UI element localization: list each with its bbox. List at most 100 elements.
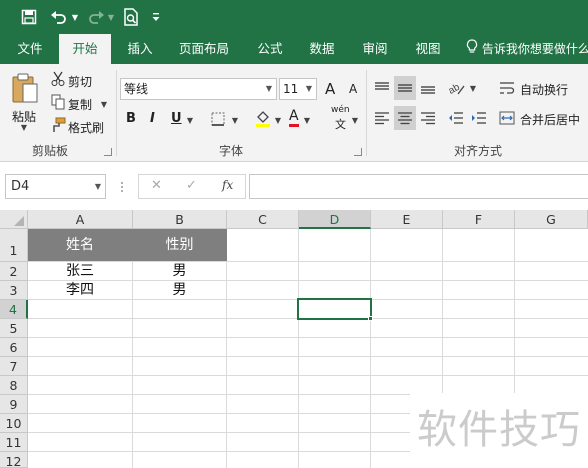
- tab-formulas[interactable]: 公式: [248, 34, 292, 64]
- cell-b2[interactable]: 男: [133, 262, 226, 280]
- lightbulb-icon: [466, 35, 478, 65]
- font-name-combo[interactable]: 等线 ▼: [120, 78, 277, 100]
- borders-icon[interactable]: [209, 110, 227, 128]
- font-launcher-icon[interactable]: [354, 148, 362, 156]
- svg-text:ab: ab: [448, 82, 462, 96]
- copy-dropdown-icon[interactable]: ▼: [99, 99, 109, 109]
- cut-button[interactable]: 剪切: [68, 73, 92, 90]
- row-header-2[interactable]: 2: [0, 262, 28, 281]
- row-header-12[interactable]: 12: [0, 452, 28, 468]
- row-header-8[interactable]: 8: [0, 376, 28, 395]
- tab-insert[interactable]: 插入: [118, 34, 162, 64]
- row-header-9[interactable]: 9: [0, 395, 28, 414]
- cell-a2[interactable]: 张三: [28, 262, 132, 280]
- cell-b1[interactable]: 性别: [132, 229, 227, 261]
- group-separator: [116, 70, 117, 156]
- gridline: [28, 337, 588, 338]
- column-header-c[interactable]: C: [227, 210, 299, 229]
- name-box[interactable]: D4 ▼: [5, 174, 106, 199]
- format-painter-button[interactable]: 格式刷: [68, 119, 104, 136]
- column-header-b[interactable]: B: [133, 210, 227, 229]
- tab-review[interactable]: 审阅: [353, 34, 397, 64]
- underline-button[interactable]: U: [171, 111, 182, 126]
- tab-file[interactable]: 文件: [8, 34, 52, 64]
- decrease-indent-icon[interactable]: [446, 108, 466, 128]
- fill-handle[interactable]: [368, 316, 373, 321]
- row-header-1[interactable]: 1: [0, 229, 28, 262]
- borders-dropdown-icon[interactable]: ▼: [230, 115, 240, 125]
- font-color-dropdown-icon[interactable]: ▼: [302, 115, 312, 125]
- paste-icon[interactable]: [10, 72, 40, 104]
- italic-button[interactable]: I: [150, 111, 155, 126]
- align-bottom-icon[interactable]: [418, 78, 438, 98]
- align-right-icon[interactable]: [418, 108, 438, 128]
- group-separator: [366, 70, 367, 156]
- column-header-d[interactable]: D: [299, 210, 371, 229]
- column-header-g[interactable]: G: [515, 210, 588, 229]
- active-cell-d4[interactable]: [297, 298, 372, 320]
- phonetic-guide-top[interactable]: wén: [331, 105, 350, 115]
- format-painter-icon: [50, 117, 66, 133]
- shrink-font-button[interactable]: A: [349, 82, 357, 96]
- row-header-11[interactable]: 11: [0, 433, 28, 452]
- formula-input[interactable]: [249, 174, 588, 199]
- clipboard-launcher-icon[interactable]: [104, 148, 112, 156]
- align-center-icon[interactable]: [394, 106, 416, 130]
- orientation-icon[interactable]: ab: [446, 78, 468, 98]
- cell-a1[interactable]: 姓名: [28, 229, 132, 261]
- select-all-corner[interactable]: [0, 210, 28, 229]
- column-header-a[interactable]: A: [28, 210, 133, 229]
- tell-me-box[interactable]: 告诉我你想要做什么: [466, 34, 588, 64]
- merge-center-icon[interactable]: [497, 108, 517, 128]
- font-size-combo[interactable]: 11 ▼: [279, 78, 317, 100]
- ribbon-tabs: 文件 开始 插入 页面布局 公式 数据 审阅 视图 告诉我你想要做什么: [0, 34, 588, 65]
- insert-function-icon[interactable]: fx: [222, 178, 233, 192]
- phonetic-dropdown-icon[interactable]: ▼: [350, 115, 360, 125]
- redo-icon[interactable]: [86, 6, 106, 28]
- align-top-icon[interactable]: [372, 78, 392, 98]
- print-preview-icon[interactable]: [120, 6, 142, 28]
- paste-dropdown-icon[interactable]: ▼: [19, 122, 29, 132]
- column-header-e[interactable]: E: [371, 210, 443, 229]
- bold-button[interactable]: B: [126, 111, 136, 126]
- tab-page-layout[interactable]: 页面布局: [172, 34, 236, 64]
- fill-color-icon[interactable]: [253, 108, 273, 128]
- undo-icon[interactable]: [48, 6, 70, 28]
- orientation-dropdown-icon[interactable]: ▼: [468, 83, 478, 93]
- redo-dropdown-icon[interactable]: ▼: [106, 6, 116, 28]
- formula-bar: D4 ▼ ✕ ✓ fx: [0, 163, 588, 210]
- font-group-label: 字体: [219, 144, 244, 158]
- gridline: [28, 356, 588, 357]
- row-header-6[interactable]: 6: [0, 338, 28, 357]
- tab-home[interactable]: 开始: [59, 34, 111, 65]
- save-icon[interactable]: [18, 6, 40, 28]
- undo-dropdown-icon[interactable]: ▼: [70, 6, 80, 28]
- font-color-button[interactable]: A: [289, 109, 299, 127]
- column-header-f[interactable]: F: [443, 210, 515, 229]
- row-header-10[interactable]: 10: [0, 414, 28, 433]
- splitter-dots-icon[interactable]: [120, 180, 124, 194]
- increase-indent-icon[interactable]: [469, 108, 489, 128]
- cell-a3[interactable]: 李四: [28, 281, 132, 299]
- row-header-7[interactable]: 7: [0, 357, 28, 376]
- row-header-4[interactable]: 4: [0, 300, 28, 319]
- grow-font-button[interactable]: A: [325, 80, 335, 98]
- wrap-text-button[interactable]: 自动换行: [520, 81, 568, 98]
- row-header-3[interactable]: 3: [0, 281, 28, 300]
- excel-window: ▼ ▼ 文件 开始 插入 页面布局 公式 数据 审阅 视图 告诉我你想要做什么: [0, 0, 588, 468]
- align-middle-icon[interactable]: [394, 76, 416, 100]
- merge-center-button[interactable]: 合并后居中: [520, 111, 580, 128]
- tab-view[interactable]: 视图: [406, 34, 450, 64]
- tab-data[interactable]: 数据: [300, 34, 344, 64]
- cell-b3[interactable]: 男: [133, 281, 226, 299]
- row-header-5[interactable]: 5: [0, 319, 28, 338]
- fill-color-dropdown-icon[interactable]: ▼: [273, 115, 283, 125]
- underline-dropdown-icon[interactable]: ▼: [185, 115, 195, 125]
- wrap-text-icon[interactable]: [497, 78, 517, 98]
- customize-qat-icon[interactable]: [149, 6, 163, 28]
- cancel-icon[interactable]: ✕: [151, 178, 162, 193]
- chevron-down-icon: ▼: [305, 84, 312, 93]
- enter-icon[interactable]: ✓: [186, 178, 197, 193]
- copy-button[interactable]: 复制: [68, 96, 92, 113]
- align-left-icon[interactable]: [372, 108, 392, 128]
